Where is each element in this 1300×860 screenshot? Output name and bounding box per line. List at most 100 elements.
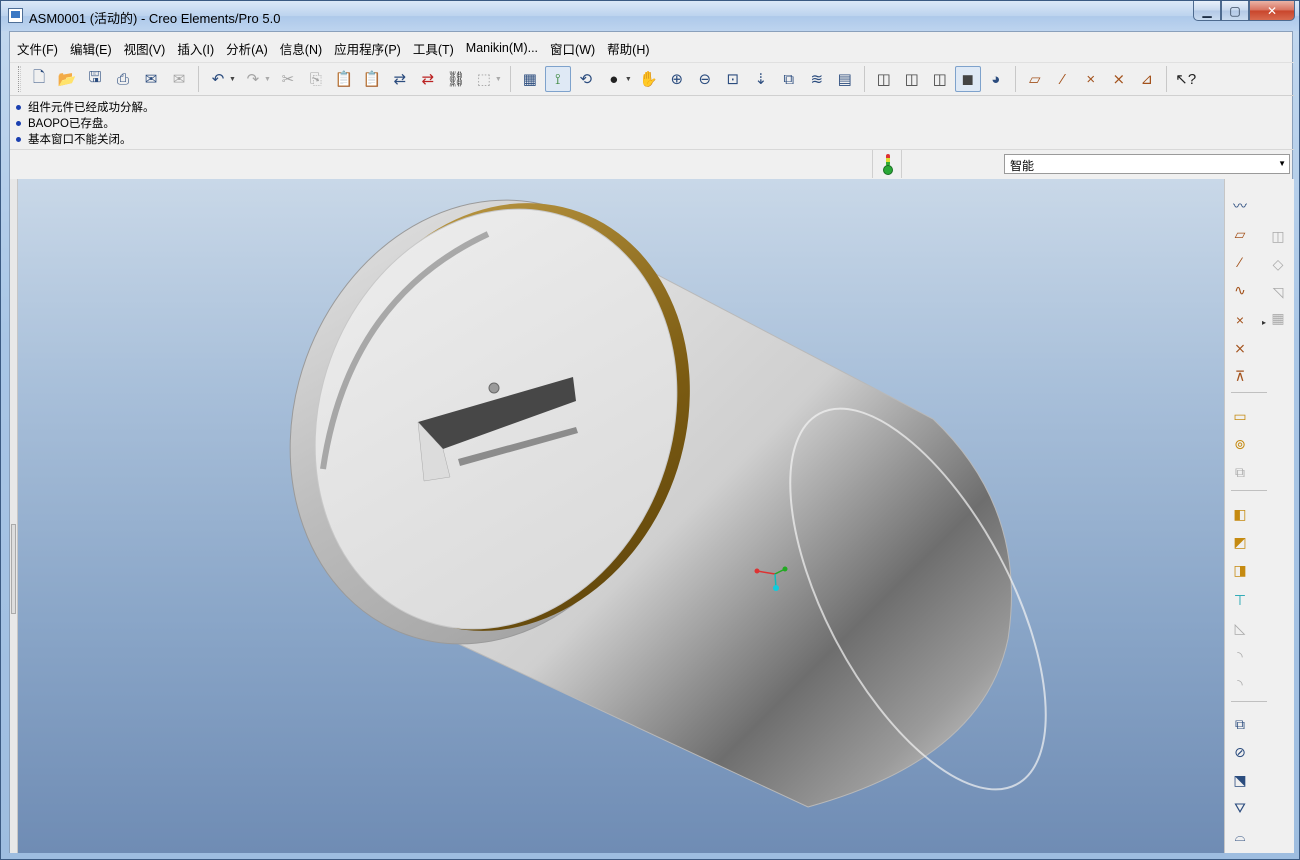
main-toolbar: 🗋 📂 🖫 ⎙ ✉ ✉ ↶ ▼ ↷ ▼ ✂ ⎘ 📋 📋 ⇄ ⇄ ⛓ ⬚ ▼ ▦ …	[10, 62, 1294, 96]
sweep-icon[interactable]: ◨	[1229, 559, 1251, 581]
send-mail-icon[interactable]: ✉	[138, 66, 164, 92]
find-icon[interactable]: ⛓	[443, 66, 469, 92]
model-render	[289, 199, 1047, 808]
pan-icon[interactable]: ✋	[636, 66, 662, 92]
coordinate-system-icon[interactable]: ⨯	[1229, 337, 1251, 359]
regen-manager-icon[interactable]: ⇄	[415, 66, 441, 92]
toolbar-separator	[1014, 66, 1016, 92]
chevron-down-icon[interactable]: ▼	[1278, 159, 1286, 168]
menu-applications[interactable]: 应用程序(P)	[328, 39, 407, 58]
menu-analysis[interactable]: 分析(A)	[220, 39, 274, 58]
datum-points-icon[interactable]: ×	[1078, 66, 1104, 92]
title-bar[interactable]: ASM0001 (活动的) - Creo Elements/Pro 5.0 ▁ …	[1, 1, 1299, 31]
menu-window[interactable]: 窗口(W)	[544, 39, 601, 58]
maximize-button[interactable]: ▢	[1221, 1, 1249, 21]
sketched-curve-icon[interactable]: 〰	[1229, 195, 1251, 217]
refit-icon[interactable]: ⊡	[720, 66, 746, 92]
message-line: BAOPO已存盘。	[14, 115, 1290, 131]
client-area: 文件(F) 编辑(E) 视图(V) 插入(I) 分析(A) 信息(N) 应用程序…	[9, 31, 1294, 853]
analysis-feature-icon[interactable]: ⊼	[1229, 365, 1251, 387]
layers-icon[interactable]: ≋	[804, 66, 830, 92]
csys-icon[interactable]: ⨯	[1106, 66, 1132, 92]
send-mail-disabled-icon: ✉	[172, 71, 186, 88]
wireframe-icon[interactable]: ◫	[871, 66, 897, 92]
mirror-icon[interactable]: ⊘	[1229, 741, 1251, 763]
hole-icon[interactable]: ⊤	[1229, 589, 1251, 611]
table-icon: ▦	[1271, 309, 1285, 326]
selection-filter-select[interactable]: 智能 ▼	[1004, 154, 1290, 174]
paste-special-icon: 📋	[362, 71, 382, 88]
menu-view[interactable]: 视图(V)	[118, 39, 172, 58]
menu-info[interactable]: 信息(N)	[274, 39, 328, 58]
add-component-icon[interactable]: ▭	[1229, 405, 1251, 427]
menu-file[interactable]: 文件(F)	[12, 39, 64, 58]
zoom-in-icon[interactable]: ⊕	[664, 66, 690, 92]
message-area: 组件元件已经成功分解。 BAOPO已存盘。 基本窗口不能关闭。	[10, 97, 1294, 149]
open-folder-icon[interactable]: 📂	[54, 66, 80, 92]
trim-icon[interactable]: ⛛	[1229, 797, 1251, 819]
toolbar-separator	[863, 66, 865, 92]
cut-icon: ✂	[281, 71, 295, 88]
datum-axes-icon[interactable]: ⁄	[1050, 66, 1076, 92]
reorient-icon[interactable]: ⇣	[748, 66, 774, 92]
appearance-icon[interactable]: ●	[601, 66, 627, 92]
mirror-tool-icon: ◫	[1271, 227, 1285, 244]
print-icon[interactable]: ⎙	[110, 66, 136, 92]
datum-point-icon[interactable]: ×	[1229, 309, 1251, 331]
bullet-icon	[16, 120, 21, 126]
message-text: 基本窗口不能关闭。	[28, 134, 132, 146]
undo-icon[interactable]: ↶	[205, 66, 231, 92]
chamfer-icon: ◝	[1237, 647, 1243, 664]
no-hidden-icon[interactable]: ◫	[927, 66, 953, 92]
draft-icon: ◝	[1237, 675, 1243, 692]
repaint-icon[interactable]: ▦	[517, 66, 543, 92]
mirror-small-icon: ◹	[1272, 283, 1284, 300]
minimize-button[interactable]: ▁	[1193, 1, 1221, 21]
view-manager-icon[interactable]: ▤	[832, 66, 858, 92]
annotations-icon[interactable]: ⊿	[1134, 66, 1160, 92]
menu-help[interactable]: 帮助(H)	[601, 39, 655, 58]
zoom-out-icon[interactable]: ⊖	[692, 66, 718, 92]
graphics-viewport[interactable]	[18, 179, 1224, 853]
paste-icon: 📋	[334, 71, 354, 88]
save-icon[interactable]: 🖫	[82, 66, 108, 92]
toolbar-separator	[1165, 66, 1167, 92]
menu-bar: 文件(F) 编辑(E) 视图(V) 插入(I) 分析(A) 信息(N) 应用程序…	[10, 36, 656, 60]
menu-manikin[interactable]: Manikin(M)...	[460, 41, 544, 55]
datum-plane-icon[interactable]: ▱	[1229, 223, 1251, 245]
menu-edit[interactable]: 编辑(E)	[64, 39, 118, 58]
toolbar-separator	[198, 66, 199, 92]
redo-icon: ↷	[246, 71, 260, 88]
revolve-icon[interactable]: ◩	[1229, 531, 1251, 553]
merge-icon[interactable]: ⬔	[1229, 769, 1251, 791]
select-dropdown-icon: ▼	[494, 75, 502, 83]
status-row: 智能 ▼	[10, 149, 1294, 178]
menu-insert[interactable]: 插入(I)	[171, 39, 220, 58]
regen-status-icon[interactable]	[872, 150, 902, 178]
context-help-icon[interactable]: ↖?	[1173, 66, 1199, 92]
left-sash[interactable]	[10, 179, 18, 853]
appearance-dropdown-icon[interactable]: ▼	[625, 76, 632, 83]
app-icon[interactable]	[8, 8, 23, 23]
close-button[interactable]: ✕	[1249, 1, 1295, 21]
menu-tools[interactable]: 工具(T)	[407, 39, 460, 58]
boundary-icon[interactable]: ⌓	[1229, 825, 1251, 847]
undo-dropdown-icon[interactable]: ▼	[229, 76, 236, 83]
toolbar-grip[interactable]	[18, 66, 21, 92]
pattern-icon[interactable]: ⧉	[1229, 713, 1251, 735]
toolbar-separator	[1231, 490, 1267, 491]
datum-planes-icon[interactable]: ▱	[1022, 66, 1048, 92]
orient-mode-icon[interactable]: ⟲	[573, 66, 599, 92]
bullet-icon	[16, 104, 21, 110]
extrude-icon[interactable]: ◧	[1229, 503, 1251, 525]
datum-curve-icon[interactable]: ∿	[1229, 279, 1251, 301]
datum-axis-icon[interactable]: ⁄	[1229, 251, 1251, 273]
regenerate-icon[interactable]: ⇄	[387, 66, 413, 92]
hidden-line-icon[interactable]: ◫	[899, 66, 925, 92]
saved-views-icon[interactable]: ⧉	[776, 66, 802, 92]
create-component-icon[interactable]: ⊚	[1229, 433, 1251, 455]
new-file-icon[interactable]: 🗋	[26, 66, 52, 92]
spin-center-icon[interactable]: ⟟	[544, 66, 571, 92]
shading-icon[interactable]: ◼	[954, 66, 981, 92]
enhanced-realism-icon[interactable]: ◕	[983, 66, 1009, 92]
